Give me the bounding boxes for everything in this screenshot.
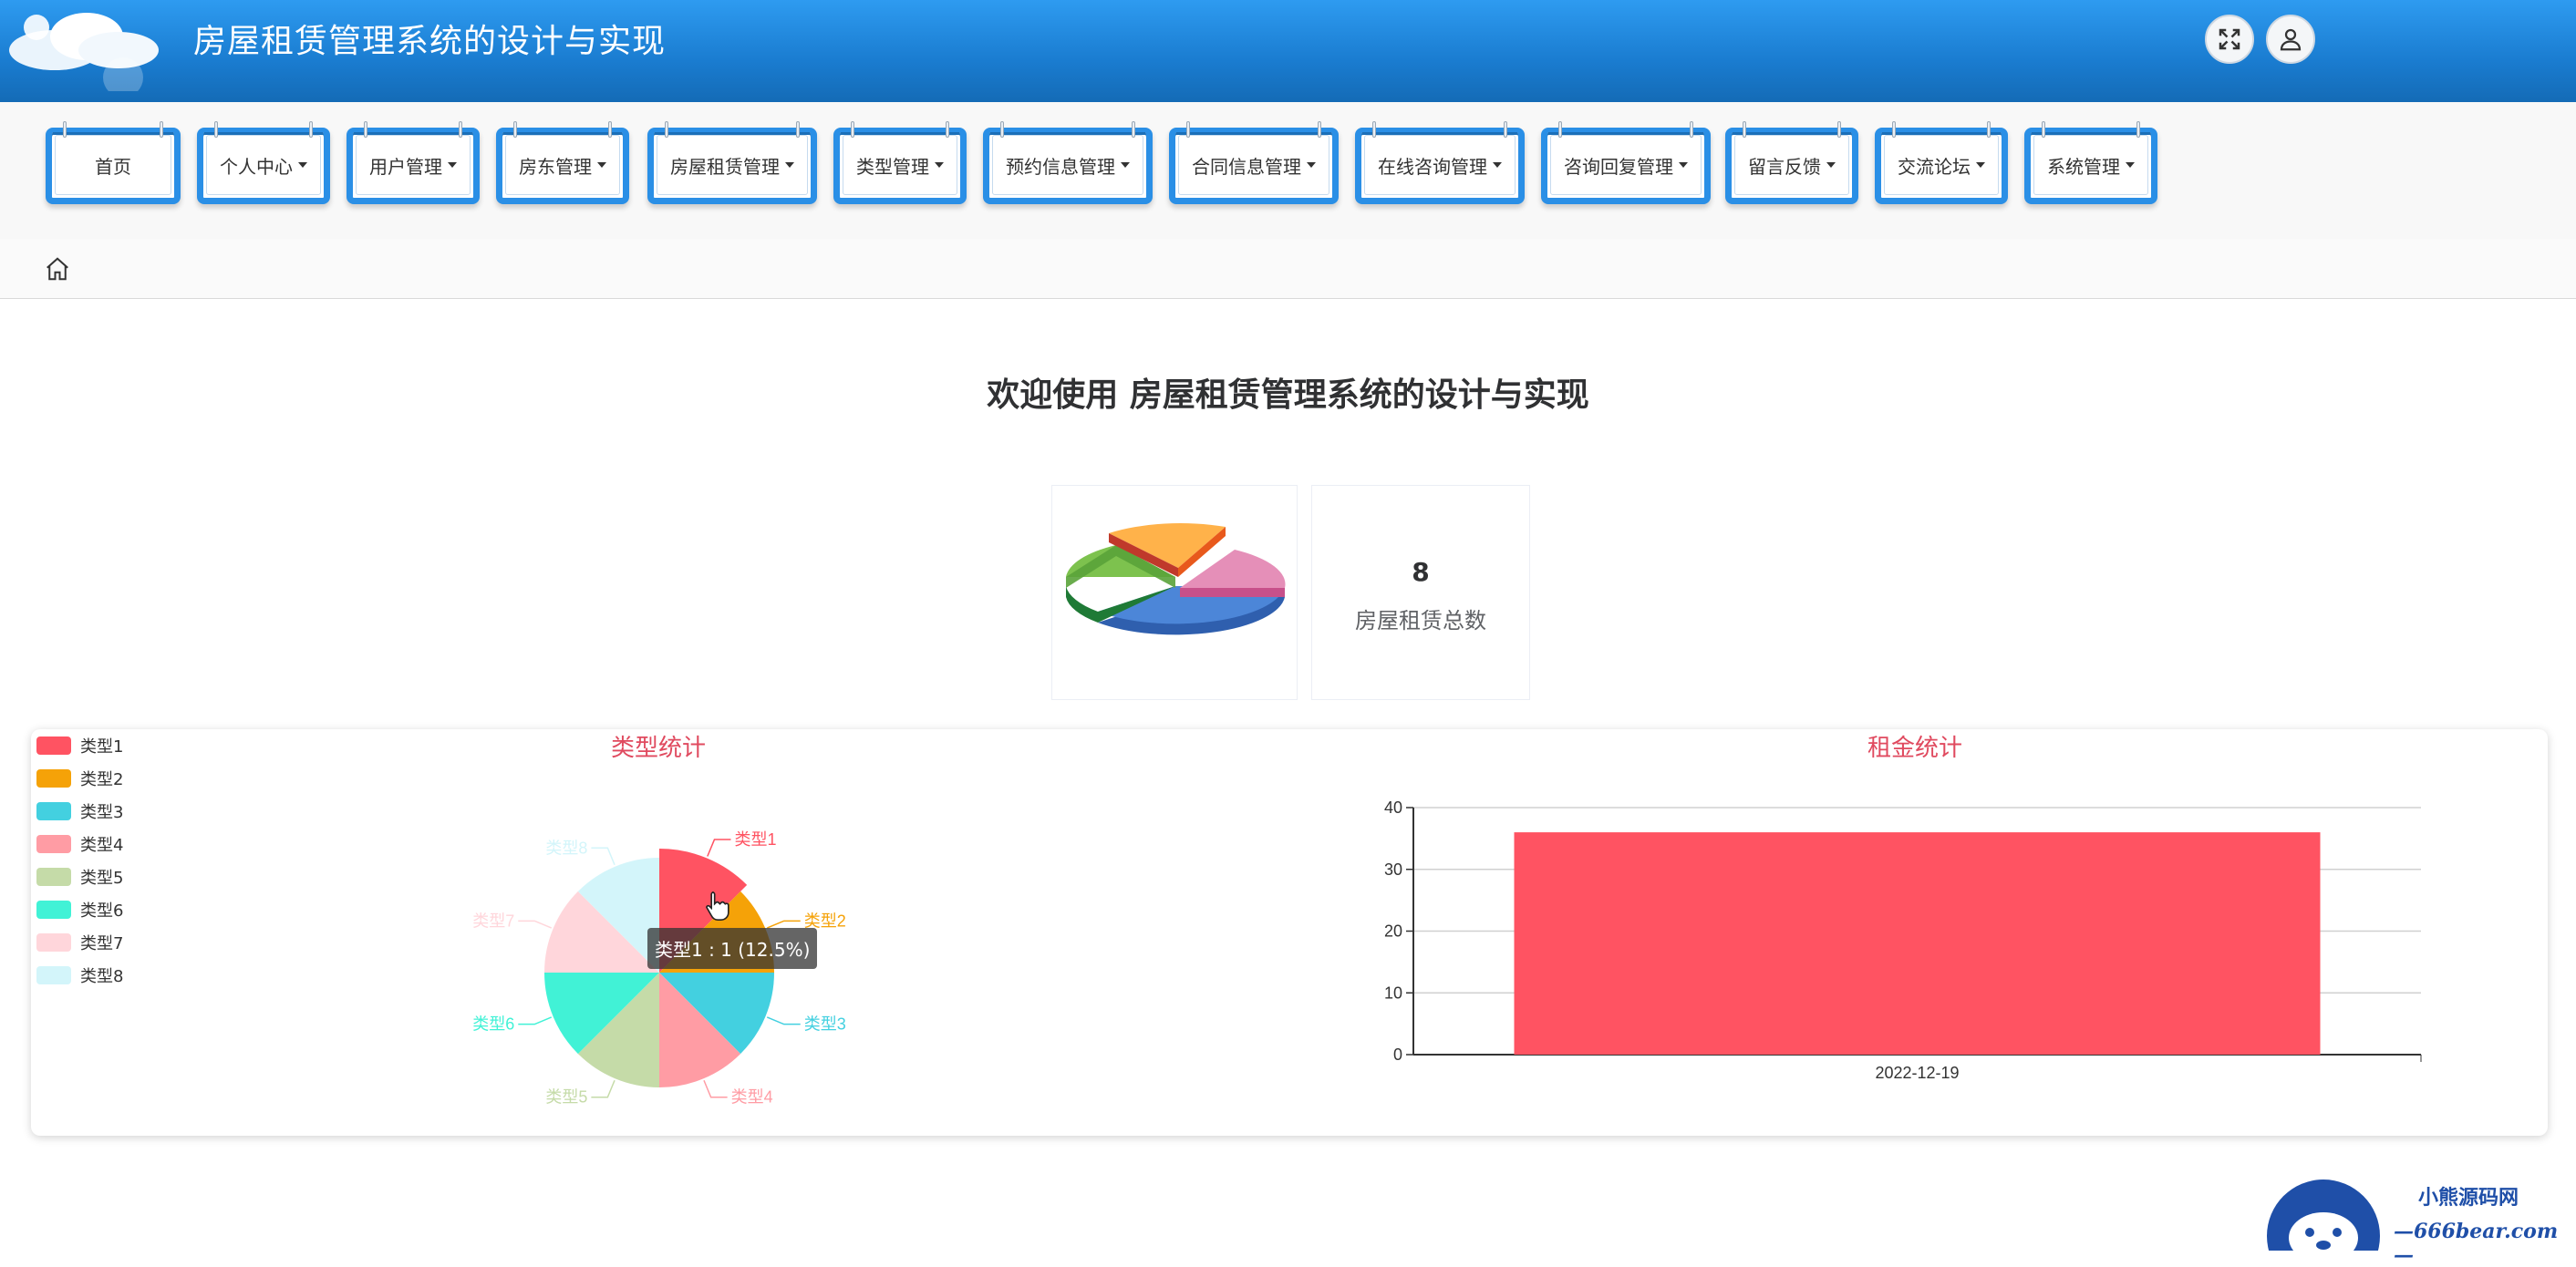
y-tick-label: 20 <box>1384 922 1402 941</box>
x-tick-label: 2022-12-19 <box>1875 1064 1959 1082</box>
bar-chart: 0 10 20 30 40 2022-12-19 <box>1384 798 2422 1082</box>
bar[interactable] <box>1514 832 2321 1055</box>
y-tick-label: 30 <box>1384 860 1402 879</box>
y-tick-label: 0 <box>1393 1046 1402 1064</box>
hand-cursor-icon <box>706 891 729 921</box>
y-tick-label: 10 <box>1384 984 1402 1002</box>
pie-tooltip: 类型1 : 1 (12.5%) <box>647 928 818 969</box>
y-tick-label: 40 <box>1384 798 1402 817</box>
watermark-line-1: 小熊源码网 <box>2418 1186 2519 1210</box>
watermark-line-2: —666bear.com— <box>2394 1220 2559 1267</box>
